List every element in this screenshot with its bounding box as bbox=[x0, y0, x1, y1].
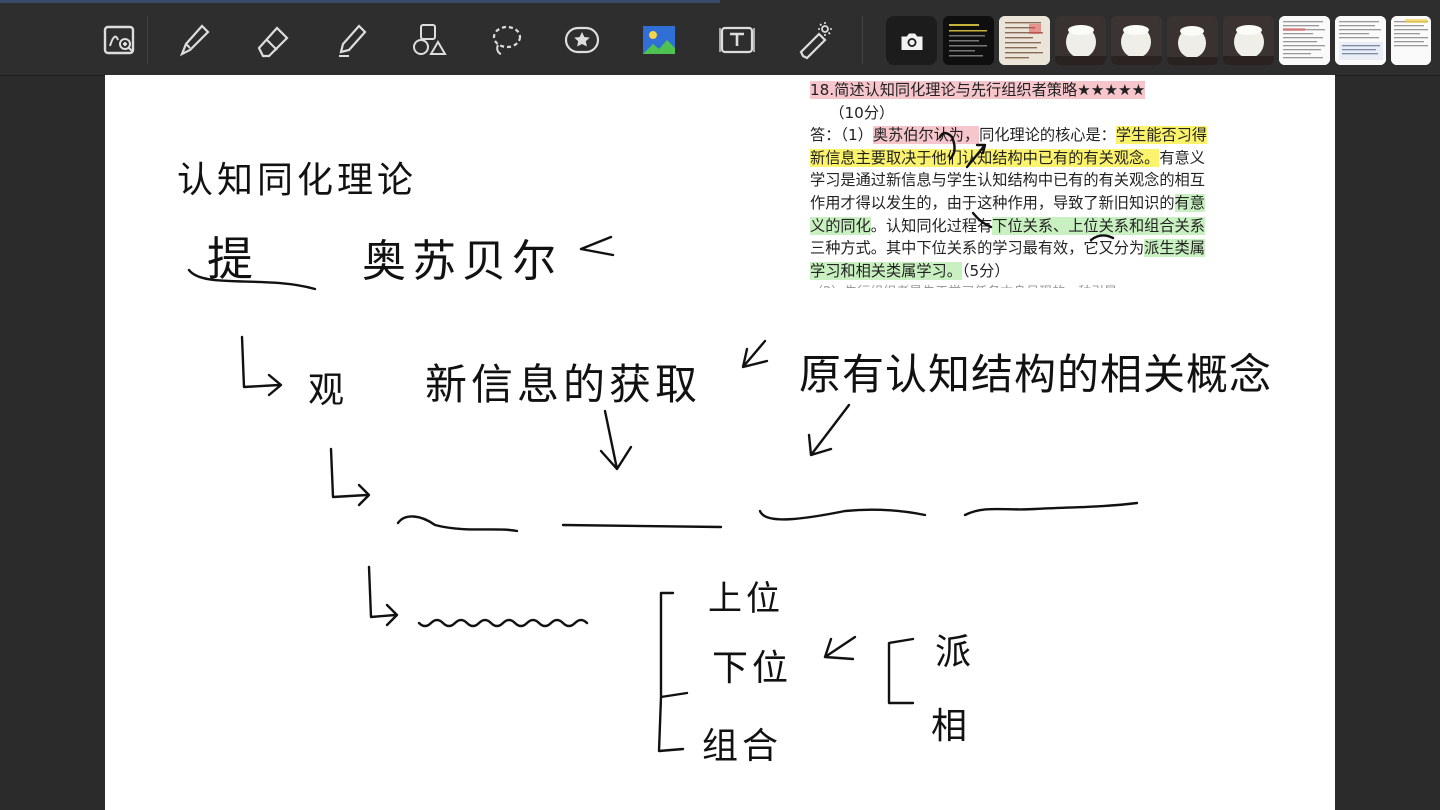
l-arrow-stroke bbox=[367, 565, 399, 627]
highlighter-tool-icon[interactable] bbox=[328, 17, 374, 63]
bracket-stroke bbox=[657, 591, 689, 753]
down-arrow-stroke bbox=[599, 409, 633, 471]
note-page[interactable]: 18.简述认知同化理论与先行组织者策略★★★★★ （10分） 答：（1）奥苏伯尔… bbox=[105, 75, 1335, 810]
shapes-tool-icon[interactable] bbox=[406, 17, 452, 63]
arrow-stroke bbox=[823, 635, 857, 661]
recent-image-thumbnail[interactable] bbox=[1167, 16, 1218, 65]
recent-image-thumbnail[interactable] bbox=[1335, 16, 1386, 65]
l-arrow-stroke bbox=[240, 335, 283, 397]
l-arrow-stroke bbox=[329, 447, 371, 507]
underline-stroke bbox=[187, 268, 317, 291]
down-arrow-stroke bbox=[807, 403, 851, 457]
toolbar bbox=[0, 0, 1440, 76]
recent-image-thumbnail[interactable] bbox=[1055, 16, 1106, 65]
sticker-tool-icon[interactable] bbox=[559, 17, 605, 63]
ink-strokes bbox=[187, 131, 1139, 753]
text-tool-icon[interactable] bbox=[714, 17, 760, 63]
red-annotation-stroke bbox=[1089, 234, 1115, 242]
camera-button[interactable] bbox=[886, 16, 937, 65]
wavy-blank-stroke bbox=[417, 618, 589, 628]
recent-image-thumbnail[interactable] bbox=[1391, 16, 1431, 65]
red-annotation-stroke bbox=[938, 131, 956, 161]
recent-image-thumbnail[interactable] bbox=[1223, 16, 1274, 65]
lasso-tool-icon[interactable] bbox=[483, 17, 529, 63]
pen-tool-icon[interactable] bbox=[171, 17, 217, 63]
recent-image-thumbnail[interactable] bbox=[1111, 16, 1162, 65]
red-annotation-stroke bbox=[971, 211, 993, 229]
camera-icon bbox=[901, 33, 922, 50]
arrow-stroke bbox=[579, 235, 615, 257]
laser-pointer-tool-icon[interactable] bbox=[792, 17, 838, 63]
toolbar-divider bbox=[862, 16, 863, 64]
bracket-stroke bbox=[887, 637, 915, 705]
blank-stroke bbox=[758, 508, 927, 521]
blank-stroke bbox=[561, 523, 723, 529]
progress-strip bbox=[0, 0, 720, 3]
recent-image-thumbnail[interactable] bbox=[1279, 16, 1330, 65]
arrow-stroke bbox=[741, 339, 769, 369]
recent-image-thumbnail[interactable] bbox=[999, 16, 1050, 65]
eraser-tool-icon[interactable] bbox=[250, 17, 296, 63]
blank-stroke bbox=[963, 501, 1139, 517]
toolbar-divider bbox=[147, 16, 148, 64]
blank-stroke bbox=[396, 515, 519, 533]
recent-image-thumbnail[interactable] bbox=[943, 16, 994, 65]
zoom-tool-icon[interactable] bbox=[96, 17, 142, 63]
red-annotation-stroke bbox=[965, 143, 987, 169]
image-tool-icon[interactable] bbox=[636, 17, 682, 63]
